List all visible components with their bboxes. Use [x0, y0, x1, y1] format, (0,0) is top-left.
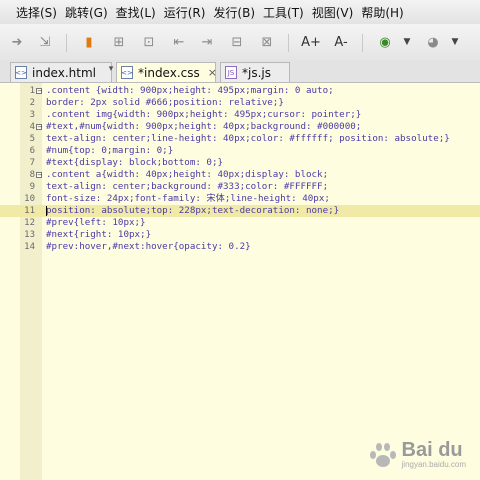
line-number: 2	[29, 98, 35, 108]
line-number: 6	[29, 146, 35, 156]
code-line[interactable]: 7 #text{display: block;bottom: 0;}	[0, 157, 480, 169]
font-increase-icon[interactable]: A+	[301, 33, 321, 51]
menu-item[interactable]: 视图(V)	[312, 4, 362, 21]
toolbar-separator	[362, 34, 363, 52]
tab-index-html[interactable]: <> index.html	[10, 62, 112, 82]
menu-item[interactable]: 运行(R)	[164, 4, 214, 21]
tab-label: *js.js	[242, 65, 271, 80]
tab-index-css[interactable]: <> *index.css ×	[116, 62, 217, 82]
code-text: .content {width: 900px;height: 495px;mar…	[46, 85, 334, 96]
chevron-down-icon[interactable]: ▼	[450, 33, 460, 51]
code-text: .content img{width: 900px;height: 495px;…	[46, 109, 362, 120]
code-line[interactable]: 4− #text,#num{width: 900px;height: 40px;b…	[0, 121, 480, 133]
comment-icon[interactable]: ⊟	[228, 33, 246, 51]
line-number: 5	[29, 134, 35, 144]
code-text: #next{right: 10px;}	[46, 229, 152, 240]
code-text: font-size: 24px;font-family: 宋体;line-hei…	[46, 193, 330, 204]
line-number: 8	[29, 170, 35, 180]
code-text: text-align: center;line-height: 40px;col…	[46, 133, 450, 144]
code-line[interactable]: 12 #prev{left: 10px;}	[0, 217, 480, 229]
watermark-brand: Bai du	[401, 439, 463, 461]
line-number: 13	[24, 230, 35, 240]
code-text: text-align: center;background: #333;colo…	[46, 181, 329, 192]
line-number: 9	[29, 182, 35, 192]
code-line[interactable]: 13 #next{right: 10px;}	[0, 229, 480, 241]
css-file-icon: <>	[121, 66, 133, 79]
baidu-watermark: Bai du jingyan.baidu.com	[368, 440, 466, 470]
code-text: #prev:hover,#next:hover{opacity: 0.2}	[46, 241, 251, 252]
settings-icon[interactable]: ◕	[424, 33, 442, 51]
line-number: 7	[29, 158, 35, 168]
code-line[interactable]: 8− .content a{width: 40px;height: 40px;di…	[0, 169, 480, 181]
line-number: 14	[24, 242, 35, 252]
bookmark-icon[interactable]: ▮	[80, 33, 98, 51]
code-line[interactable]: 6 #num{top: 0;margin: 0;}	[0, 145, 480, 157]
code-line[interactable]: 11 position: absolute;top: 228px;text-dec…	[0, 205, 480, 217]
tab-menu-icon[interactable]: ▾	[104, 64, 118, 78]
fold-toggle-icon[interactable]: −	[36, 88, 43, 95]
chevron-down-icon[interactable]: ▼	[402, 33, 412, 51]
tab-label: index.html	[32, 65, 96, 80]
code-line[interactable]: 5 text-align: center;line-height: 40px;co…	[0, 133, 480, 145]
pin-icon[interactable]: ⇲	[36, 33, 54, 51]
code-text: #text{display: block;bottom: 0;}	[46, 157, 224, 168]
menu-item[interactable]: 跳转(G)	[65, 4, 116, 21]
menu-bar: 选择(S) 跳转(G) 查找(L) 运行(R) 发行(B) 工具(T) 视图(V) 帮助(H)	[0, 0, 480, 24]
text-cursor	[46, 206, 47, 216]
uncomment-icon[interactable]: ⊠	[258, 33, 276, 51]
code-text: border: 2px solid #666;position: relativ…	[46, 97, 284, 108]
tab-strip: <> index.html <> *index.css × JS *js.js …	[0, 60, 480, 83]
code-editor[interactable]: 1− .content {width: 900px;height: 495px;m…	[0, 83, 480, 480]
watermark-url: jingyan.baidu.com	[401, 460, 466, 469]
paw-logo-icon	[368, 441, 398, 469]
code-line[interactable]: 3 .content img{width: 900px;height: 495px…	[0, 109, 480, 121]
line-number: 4	[29, 122, 35, 132]
insert-icon[interactable]: ⊞	[110, 33, 128, 51]
tab-label: *index.css	[138, 65, 200, 80]
code-line[interactable]: 9 text-align: center;background: #333;col…	[0, 181, 480, 193]
menu-item[interactable]: 帮助(H)	[361, 4, 411, 21]
toolbar-separator	[66, 34, 67, 52]
redo-icon[interactable]: ➜	[8, 33, 26, 51]
line-number: 12	[24, 218, 35, 228]
run-icon[interactable]: ◉	[376, 33, 394, 51]
history-back-icon[interactable]: ⇤	[170, 33, 188, 51]
code-text: #num{top: 0;margin: 0;}	[46, 145, 174, 156]
html-file-icon: <>	[15, 66, 27, 79]
toolbar: ➜ ⇲ ▮ ⊞ ⊡ ⇤ ⇥ ⊟ ⊠ A+ A- ◉ ▼ ◕ ▼	[0, 24, 480, 61]
fold-toggle-icon[interactable]: −	[36, 124, 43, 131]
line-number: 1	[29, 86, 35, 96]
menu-item[interactable]: 选择(S)	[0, 4, 65, 21]
line-number: 10	[24, 194, 35, 204]
save-icon[interactable]: ⊡	[140, 33, 158, 51]
menu-item[interactable]: 发行(B)	[213, 4, 263, 21]
history-forward-icon[interactable]: ⇥	[198, 33, 216, 51]
code-line[interactable]: 1− .content {width: 900px;height: 495px;m…	[0, 85, 480, 97]
menu-item[interactable]: 工具(T)	[263, 4, 312, 21]
fold-toggle-icon[interactable]: −	[36, 172, 43, 179]
line-number: 3	[29, 110, 35, 120]
code-text: #prev{left: 10px;}	[46, 217, 146, 228]
font-decrease-icon[interactable]: A-	[332, 33, 350, 51]
tab-js-js[interactable]: JS *js.js	[220, 62, 290, 82]
code-text: position: absolute;top: 228px;text-decor…	[46, 205, 340, 216]
line-number: 11	[24, 206, 35, 216]
code-text: #text,#num{width: 900px;height: 40px;bac…	[46, 121, 362, 132]
menu-item[interactable]: 查找(L)	[116, 4, 164, 21]
code-line[interactable]: 2 border: 2px solid #666;position: relati…	[0, 97, 480, 109]
code-text: .content a{width: 40px;height: 40px;disp…	[46, 169, 329, 180]
toolbar-separator	[288, 34, 289, 52]
code-line[interactable]: 10 font-size: 24px;font-family: 宋体;line-h…	[0, 193, 480, 205]
js-file-icon: JS	[225, 66, 237, 79]
code-line[interactable]: 14 #prev:hover,#next:hover{opacity: 0.2}	[0, 241, 480, 253]
close-icon[interactable]: ×	[208, 66, 217, 79]
